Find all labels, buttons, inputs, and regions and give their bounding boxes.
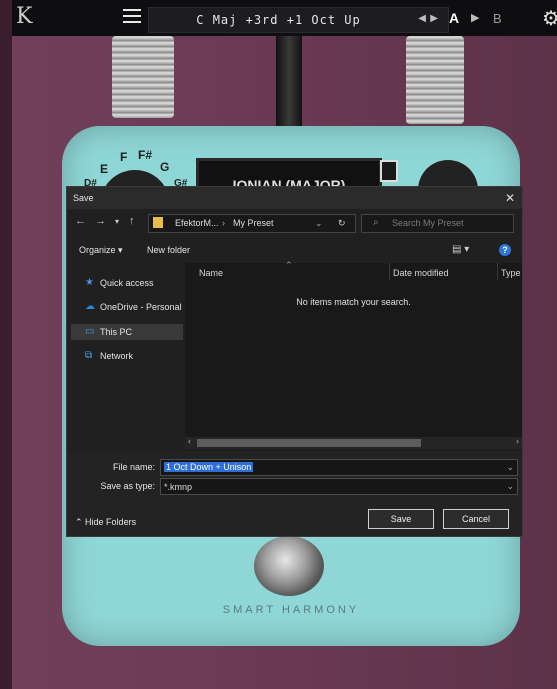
close-icon[interactable]: ✕ xyxy=(505,191,515,205)
note-label: F# xyxy=(138,148,153,162)
file-name-label: File name: xyxy=(112,462,155,472)
folder-icon xyxy=(153,217,163,228)
address-bar[interactable]: EfektorM... › My Preset ⌄ ↻ xyxy=(148,214,356,233)
ab-copy-icon[interactable]: ▶ xyxy=(471,11,479,24)
navigation-pane: ★ Quick access ☁ OneDrive - Personal ▭ T… xyxy=(67,263,183,449)
refresh-icon[interactable]: ↻ xyxy=(338,218,346,229)
save-dialog: Save ✕ ← → ▾ ↑ EfektorM... › My Preset ⌄… xyxy=(66,186,523,537)
nav-label: OneDrive - Personal xyxy=(100,302,182,312)
column-type[interactable]: Type xyxy=(501,268,521,278)
file-name-input[interactable]: 1 Oct Down + Unison ⌄ xyxy=(160,459,518,476)
cloud-icon: ☁ xyxy=(85,301,95,312)
hamburger-icon[interactable] xyxy=(123,9,141,25)
cancel-button[interactable]: Cancel xyxy=(443,509,509,529)
sort-ascending-icon: ⌃ xyxy=(285,260,293,270)
organize-button[interactable]: Organize ▾ xyxy=(79,245,123,256)
hide-folders-button[interactable]: ⌃ Hide Folders xyxy=(75,517,136,528)
file-name-value: 1 Oct Down + Unison xyxy=(164,462,254,472)
breadcrumb-item[interactable]: EfektorM... xyxy=(175,218,219,228)
new-folder-button[interactable]: New folder xyxy=(147,245,190,255)
host-edge xyxy=(0,0,12,689)
computer-icon: ▭ xyxy=(85,326,95,337)
preset-name: C Maj +3rd +1 Oct Up xyxy=(196,13,361,27)
star-icon: ★ xyxy=(85,277,94,288)
column-divider[interactable] xyxy=(497,263,498,280)
nav-label: Network xyxy=(100,351,134,361)
note-label: G xyxy=(160,160,170,174)
save-as-type-label: Save as type: xyxy=(100,481,155,491)
chevron-down-icon[interactable]: ⌄ xyxy=(506,462,514,473)
output-jack xyxy=(406,36,464,124)
prev-preset-icon[interactable]: ◀ xyxy=(418,13,426,24)
footswitch[interactable] xyxy=(254,536,324,596)
search-icon: ⌕ xyxy=(373,217,379,228)
nav-quick-access[interactable]: ★ Quick access xyxy=(71,275,183,291)
search-placeholder: Search My Preset xyxy=(392,218,464,228)
scrollbar-thumb[interactable] xyxy=(197,439,421,447)
save-form: File name: 1 Oct Down + Unison ⌄ Save as… xyxy=(67,451,522,536)
navigation-bar: ← → ▾ ↑ EfektorM... › My Preset ⌄ ↻ ⌕ Se… xyxy=(67,209,522,235)
next-preset-icon[interactable]: ▶ xyxy=(430,13,438,24)
column-divider[interactable] xyxy=(389,263,390,280)
chevron-down-icon[interactable]: ⌄ xyxy=(506,481,514,492)
command-bar: Organize ▾ New folder ▤ ▾ ? xyxy=(67,239,522,261)
breadcrumb-item[interactable]: My Preset xyxy=(233,218,274,228)
column-date-modified[interactable]: Date modified xyxy=(393,268,449,278)
dialog-title-bar: Save ✕ xyxy=(67,187,522,209)
scroll-right-icon[interactable]: › xyxy=(516,436,519,446)
note-label: E xyxy=(100,162,109,176)
forward-icon[interactable]: → xyxy=(95,215,106,227)
recent-locations-icon[interactable]: ▾ xyxy=(115,217,119,226)
address-dropdown-icon[interactable]: ⌄ xyxy=(315,218,323,229)
save-as-type-value: *.kmnp xyxy=(164,482,193,492)
dialog-title: Save xyxy=(73,193,94,203)
breadcrumb-separator-icon: › xyxy=(222,218,225,228)
empty-message: No items match your search. xyxy=(296,297,411,307)
help-icon[interactable]: ? xyxy=(499,244,511,256)
center-cable xyxy=(276,36,302,128)
brand-logo: K xyxy=(16,4,33,29)
hide-folders-label: Hide Folders xyxy=(85,517,137,527)
nav-label: Quick access xyxy=(100,278,154,288)
nav-label: This PC xyxy=(100,327,133,337)
horizontal-scrollbar[interactable]: ‹ › xyxy=(185,436,522,449)
nav-this-pc[interactable]: ▭ This PC xyxy=(71,324,183,340)
gear-icon[interactable]: ⚙ xyxy=(542,6,557,31)
preset-selector[interactable]: C Maj +3rd +1 Oct Up ◀ ▶ xyxy=(148,7,449,33)
ab-b-button[interactable]: B xyxy=(493,11,502,26)
save-as-type-select[interactable]: *.kmnp ⌄ xyxy=(160,478,518,495)
plugin-topbar: K C Maj +3rd +1 Oct Up ◀ ▶ A ▶ B ⚙ xyxy=(12,0,557,36)
up-icon[interactable]: ↑ xyxy=(129,215,135,227)
file-list[interactable]: ⌃ Name Date modified Type No items match… xyxy=(185,260,522,449)
view-options-icon[interactable]: ▤ ▾ xyxy=(452,244,469,255)
nav-onedrive[interactable]: ☁ OneDrive - Personal xyxy=(71,299,183,315)
scroll-left-icon[interactable]: ‹ xyxy=(188,436,191,446)
nav-network[interactable]: ⧉ Network xyxy=(71,348,183,364)
back-icon[interactable]: ← xyxy=(75,215,86,227)
ab-a-button[interactable]: A xyxy=(449,10,459,26)
note-label: F xyxy=(120,150,128,164)
network-icon: ⧉ xyxy=(85,350,93,361)
mode-up-button[interactable] xyxy=(380,160,398,182)
input-jack xyxy=(112,36,174,118)
pedal-brand: SMART HARMONY xyxy=(222,604,360,616)
search-input[interactable]: ⌕ Search My Preset xyxy=(361,214,514,233)
save-button[interactable]: Save xyxy=(368,509,434,529)
column-name[interactable]: Name xyxy=(199,268,223,278)
